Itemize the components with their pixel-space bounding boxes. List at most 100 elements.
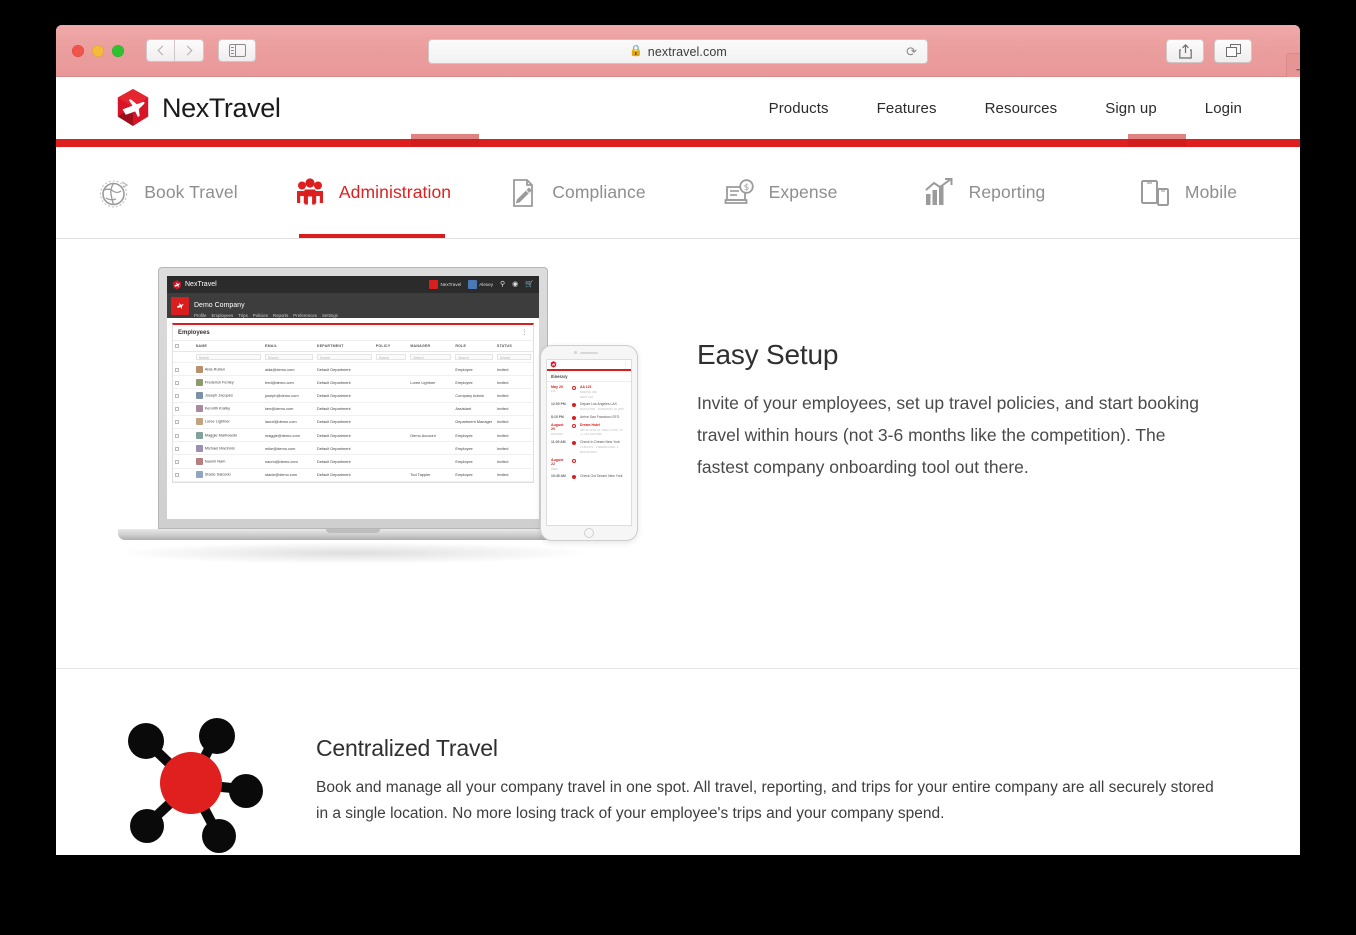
app-chip-nextravel[interactable]: NexTravel [429,280,461,289]
employee-name: Aida Ruben [204,366,226,372]
maximize-window-button[interactable] [112,44,124,57]
checkbox[interactable] [175,407,179,412]
nav-item-signup[interactable]: Sign up [1081,100,1181,117]
table-row[interactable]: Naomi Nam naomi@demo.com Default Departmen… [173,454,533,469]
checkbox[interactable] [175,473,179,478]
company-nav-profile[interactable]: Profile [194,313,206,318]
checkbox[interactable] [175,433,179,438]
app-chip-user[interactable]: Alexey [468,280,493,289]
checkbox[interactable] [175,459,179,464]
row-select-cell[interactable] [173,468,194,482]
sidebar-toggle-button[interactable] [218,39,256,62]
itinerary-dot [572,441,576,446]
nav-item-products[interactable]: Products [745,100,853,117]
more-options-icon[interactable]: ⋮ [522,329,529,336]
itinerary-entry[interactable]: 10:45 AM Check Out Dream New York [551,474,627,484]
phone-app-bar: ⋮ [547,360,631,371]
avatar [195,365,203,373]
search-cell-spacer [173,351,194,364]
itinerary-entry[interactable]: 11:00 AM Check In Dream New York 2 NIGHTS … [551,440,627,459]
table-row[interactable]: Joseph Jacques joseph@demo.com Default Dep… [173,388,533,403]
table-row[interactable]: Loree Lightner laurel@demo.com Default Dep… [173,415,533,429]
nav-item-resources[interactable]: Resources [961,100,1082,117]
show-tabs-button[interactable] [1214,39,1252,63]
close-window-button[interactable] [72,44,84,57]
company-nav-preferences[interactable]: Preferences [293,313,317,318]
row-select-cell[interactable] [173,402,194,416]
itinerary-entry[interactable]: August 20 MONDAY Dream Hotel 355 W 16TH ST,… [551,422,627,442]
company-nav-policies[interactable]: Policies [253,313,268,318]
column-header-policy[interactable]: POLICY [373,341,409,353]
tab-reporting[interactable]: Reporting [882,147,1086,238]
itinerary-entry[interactable]: 8:15 PM Arrive San Francisco SFO [551,414,627,424]
checkbox[interactable] [175,344,179,349]
checkbox[interactable] [175,367,179,372]
checkbox[interactable] [175,380,179,385]
globe-icon[interactable]: ◉ [512,281,518,288]
address-bar[interactable]: 🔒 nextravel.com ⟳ [428,39,928,64]
checkbox[interactable] [175,393,179,398]
search-icon[interactable]: ⚲ [500,281,505,288]
site-logo[interactable]: NexTravel [114,88,281,128]
row-select-cell[interactable] [173,454,194,469]
table-row[interactable]: Aida Ruben aida@demo.com Default Departmen… [173,362,533,377]
more-options-icon[interactable]: ⋮ [623,362,628,368]
app-chip-label: Alexey [479,282,494,287]
select-all-header[interactable] [173,341,194,353]
company-nav-reports[interactable]: Reports [273,313,288,318]
checkbox[interactable] [175,446,179,451]
search-input[interactable]: Search [264,354,313,361]
reload-icon[interactable]: ⟳ [906,44,917,60]
cell-role: Employee [453,428,495,443]
tab-compliance[interactable]: Compliance [474,147,678,238]
itinerary-date: August 22 WED [551,457,564,471]
cell-role: Department Manager [453,415,495,429]
cell-department: Default Department [314,441,374,456]
nav-item-login[interactable]: Login [1181,100,1266,117]
itinerary-headline: Check In Dream New York [580,440,620,445]
tab-expense[interactable]: $ Expense [678,147,882,238]
column-header-email[interactable]: EMAIL [262,341,315,353]
search-input[interactable]: Search [410,354,452,361]
table-row[interactable]: Kennith Kratky ken@demo.com Default Depart… [173,402,533,416]
row-select-cell[interactable] [173,362,194,377]
nav-item-features[interactable]: Features [853,100,961,117]
column-header-name[interactable]: NAME [193,341,263,353]
search-input[interactable]: Search [375,354,407,361]
search-input[interactable]: Search [496,354,531,361]
share-button[interactable] [1166,39,1204,63]
table-row[interactable]: Maggie Markowski maggie@demo.com Default D… [173,428,533,443]
row-select-cell[interactable] [173,375,194,390]
checkbox[interactable] [175,420,179,425]
row-select-cell[interactable] [173,415,194,429]
cell-status: Invited [494,402,533,416]
minimize-window-button[interactable] [92,44,104,57]
column-header-role[interactable]: ROLE [453,341,495,353]
table-row[interactable]: Frederick Fenley fred@demo.com Default Dep… [173,375,533,390]
row-select-cell[interactable] [173,441,194,456]
centralized-travel-copy: Centralized Travel Book and manage all y… [316,735,1216,826]
column-header-manager[interactable]: MANAGER [408,341,454,353]
table-row[interactable]: Michael MacInnis mike@demo.com Default Dep… [173,441,533,456]
table-row[interactable]: Stacie Salcedo stacie@demo.com Default Dep… [173,468,533,482]
phone-home-button[interactable] [584,528,594,538]
row-select-cell[interactable] [173,388,194,403]
column-header-department[interactable]: DEPARTMENT [314,341,374,353]
row-select-cell[interactable] [173,428,194,443]
column-header-status[interactable]: STATUS [494,341,533,353]
tab-mobile[interactable]: Mobile [1086,147,1290,238]
itinerary-entry[interactable]: August 22 WED [551,457,627,476]
tab-book-travel[interactable]: Book Travel [66,147,270,238]
search-input[interactable]: Search [455,354,493,361]
back-button[interactable] [146,39,175,62]
company-nav-trips[interactable]: Trips [238,313,248,318]
itinerary-entry[interactable]: May 20 FRI AA 123 BOEING 380 SEAT 14A [551,385,627,404]
tab-administration[interactable]: Administration [270,147,474,238]
search-input[interactable]: Search [316,354,372,361]
itinerary-entry[interactable]: 12:00 PM Depart Los Angeles LAX NON-STOP ·… [551,402,627,416]
forward-button[interactable] [175,39,204,62]
company-nav-employees[interactable]: Employees [211,313,233,318]
company-nav-settings[interactable]: Settings [322,313,338,318]
search-input[interactable]: Search [195,354,261,361]
cart-icon[interactable]: 🛒 [525,281,534,288]
